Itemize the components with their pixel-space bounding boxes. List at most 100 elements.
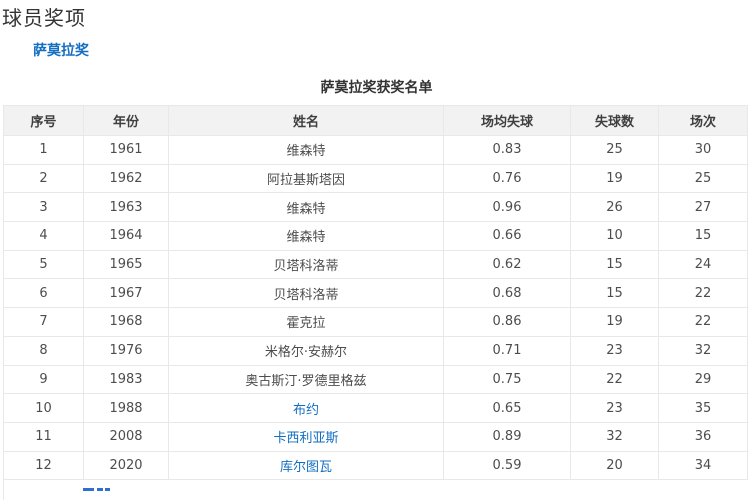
cell-conceded: 15 — [570, 278, 659, 309]
cell-year: 1976 — [83, 335, 169, 366]
cell-avg: 0.75 — [443, 364, 571, 395]
cell-conceded: 23 — [570, 335, 659, 366]
cell-matches: 24 — [658, 249, 748, 280]
cell-avg: 0.65 — [443, 393, 571, 423]
cell-year: 1968 — [83, 307, 169, 337]
cell-conceded: 15 — [570, 249, 659, 280]
cell-no: 3 — [3, 192, 84, 223]
cell-matches: 22 — [658, 278, 748, 309]
cell-name: 维森特 — [168, 135, 444, 165]
cell-no: 4 — [3, 221, 84, 251]
cell-matches: 22 — [658, 307, 748, 337]
cell-matches: 30 — [658, 135, 748, 165]
cell-conceded: 22 — [570, 364, 659, 395]
cell-matches: 35 — [658, 393, 748, 423]
col-header-conceded: 失球数 — [570, 105, 659, 136]
col-header-year: 年份 — [83, 105, 169, 136]
player-link[interactable]: 库尔图瓦 — [280, 460, 332, 475]
cell-conceded: 20 — [570, 450, 659, 481]
cell-year: 1963 — [83, 192, 169, 223]
col-header-name: 姓名 — [168, 105, 444, 136]
cell-no: 6 — [3, 278, 84, 309]
cell-name: 库尔图瓦 — [168, 450, 444, 481]
player-link[interactable]: 布约 — [293, 403, 319, 418]
player-link[interactable]: 卡西利亚斯 — [273, 431, 338, 446]
clipped-next-row — [3, 480, 753, 500]
cell-avg: 0.68 — [443, 278, 571, 309]
page-title: 球员奖项 — [2, 6, 86, 30]
cell-matches: 15 — [658, 221, 748, 251]
table-row: 6 1967 贝塔科洛蒂 0.68 15 22 — [3, 278, 748, 309]
cell-name: 维森特 — [168, 192, 444, 223]
table-row: 12 2020 库尔图瓦 0.59 20 34 — [3, 450, 748, 481]
award-section-link[interactable]: 萨莫拉奖 — [33, 43, 89, 59]
page: { "page": { "title": "球员奖项", "section_li… — [0, 5, 753, 500]
cell-matches: 34 — [658, 450, 748, 481]
cell-no: 8 — [3, 335, 84, 366]
table-row: 3 1963 维森特 0.96 26 27 — [3, 192, 748, 223]
table-row: 1 1961 维森特 0.83 25 30 — [3, 135, 748, 165]
cell-year: 2020 — [83, 450, 169, 481]
section-row: 萨莫拉奖 — [33, 41, 753, 59]
cell-conceded: 19 — [570, 163, 659, 194]
cell-no: 2 — [3, 163, 84, 194]
cell-no: 10 — [3, 393, 84, 423]
cell-name: 贝塔科洛蒂 — [168, 278, 444, 309]
cell-avg: 0.62 — [443, 249, 571, 280]
cell-no: 12 — [3, 450, 84, 481]
cell-year: 1961 — [83, 135, 169, 165]
cell-matches: 27 — [658, 192, 748, 223]
cell-avg: 0.89 — [443, 421, 571, 452]
cell-conceded: 32 — [570, 421, 659, 452]
cell-conceded: 19 — [570, 307, 659, 337]
table-row: 10 1988 布约 0.65 23 35 — [3, 393, 748, 423]
table-header-row: 序号 年份 姓名 场均失球 失球数 场次 — [3, 105, 748, 136]
table-caption: 萨莫拉奖获奖名单 — [320, 80, 433, 96]
award-table-body: 1 1961 维森特 0.83 25 30 2 1962 阿拉基斯塔因 0.76 19 25 3 1963… — [3, 135, 748, 481]
cell-avg: 0.76 — [443, 163, 571, 194]
table-row: 2 1962 阿拉基斯塔因 0.76 19 25 — [3, 163, 748, 194]
award-table: 序号 年份 姓名 场均失球 失球数 场次 1 1961 维森特 0.83 25 30 2 19… — [3, 105, 748, 481]
cell-no: 1 — [3, 135, 84, 165]
cell-avg: 0.96 — [443, 192, 571, 223]
cell-year: 1967 — [83, 278, 169, 309]
cell-name: 阿拉基斯塔因 — [168, 163, 444, 194]
cell-matches: 36 — [658, 421, 748, 452]
cell-conceded: 25 — [570, 135, 659, 165]
cell-name: 布约 — [168, 393, 444, 423]
cell-conceded: 23 — [570, 393, 659, 423]
cell-year: 1988 — [83, 393, 169, 423]
cell-year: 1962 — [83, 163, 169, 194]
cell-name: 霍克拉 — [168, 307, 444, 337]
cell-conceded: 26 — [570, 192, 659, 223]
col-header-no: 序号 — [3, 105, 84, 136]
table-row: 8 1976 米格尔·安赫尔 0.71 23 32 — [3, 335, 748, 366]
table-row: 7 1968 霍克拉 0.86 19 22 — [3, 307, 748, 337]
cell-avg: 0.66 — [443, 221, 571, 251]
cell-avg: 0.59 — [443, 450, 571, 481]
cell-name: 卡西利亚斯 — [168, 421, 444, 452]
cell-name: 维森特 — [168, 221, 444, 251]
cell-name: 奥古斯汀·罗德里格兹 — [168, 364, 444, 395]
cell-year: 1964 — [83, 221, 169, 251]
cell-year: 1983 — [83, 364, 169, 395]
cell-conceded: 10 — [570, 221, 659, 251]
cell-name: 贝塔科洛蒂 — [168, 249, 444, 280]
cell-no: 5 — [3, 249, 84, 280]
cell-matches: 29 — [658, 364, 748, 395]
col-header-matches: 场次 — [658, 105, 748, 136]
clipped-link-fragment[interactable] — [4, 488, 124, 492]
table-row: 5 1965 贝塔科洛蒂 0.62 15 24 — [3, 249, 748, 280]
cell-avg: 0.71 — [443, 335, 571, 366]
cell-no: 9 — [3, 364, 84, 395]
table-row: 9 1983 奥古斯汀·罗德里格兹 0.75 22 29 — [3, 364, 748, 395]
cell-avg: 0.83 — [443, 135, 571, 165]
cell-avg: 0.86 — [443, 307, 571, 337]
cell-year: 1965 — [83, 249, 169, 280]
cell-matches: 32 — [658, 335, 748, 366]
table-row: 11 2008 卡西利亚斯 0.89 32 36 — [3, 421, 748, 452]
cell-matches: 25 — [658, 163, 748, 194]
table-row: 4 1964 维森特 0.66 10 15 — [3, 221, 748, 251]
cell-no: 7 — [3, 307, 84, 337]
cell-name: 米格尔·安赫尔 — [168, 335, 444, 366]
